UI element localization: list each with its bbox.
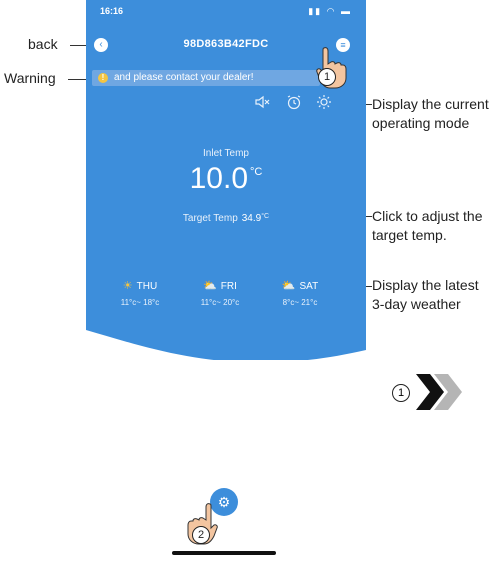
partly-cloudy-icon: ⛅ xyxy=(203,280,217,292)
step-1-marker: 1 xyxy=(318,68,336,86)
weather-day-fri: ⛅ FRI 11°c~ 20°c xyxy=(180,279,260,307)
annotation-weather-line2: 3-day weather xyxy=(372,296,461,312)
mute-icon[interactable] xyxy=(254,94,270,110)
target-temp-label: Target Temp xyxy=(182,213,238,224)
inlet-temp-display: 10.0 °C xyxy=(86,162,366,196)
sun-icon[interactable] xyxy=(316,94,332,110)
alarm-clock-icon[interactable] xyxy=(286,94,302,110)
step-nav-number: 1 xyxy=(392,384,410,402)
weather-day-thu: ☀ THU 11°c~ 18°c xyxy=(100,279,180,307)
weather-day-sat: ⛅ SAT 8°c~ 21°c xyxy=(260,279,340,307)
target-temp-value: 34.9 xyxy=(241,213,262,224)
weather-range: 8°c~ 21°c xyxy=(282,298,318,307)
weather-day-label: FRI xyxy=(220,281,237,292)
partly-cloudy-icon: ⛅ xyxy=(281,280,296,292)
target-temp-button[interactable]: Target Temp 34.9°C xyxy=(86,213,366,224)
inlet-temp-unit: °C xyxy=(250,166,263,178)
annotation-mode-line2: operating mode xyxy=(372,115,470,131)
step-2-marker: 2 xyxy=(192,526,210,544)
weather-day-label: SAT xyxy=(299,281,319,292)
inlet-temp-label: Inlet Temp xyxy=(203,148,249,159)
weather-range: 11°c~ 20°c xyxy=(200,298,240,307)
annotation-weather-line1: Display the latest xyxy=(372,277,479,293)
chevron-right-icon xyxy=(416,374,462,410)
warning-icon: ! xyxy=(98,73,108,83)
status-icons: ▮▮ ◠ ▬ xyxy=(308,6,352,16)
annotation-back: back xyxy=(28,36,58,52)
annotation-target-line2: target temp. xyxy=(372,227,447,243)
sun-icon: ☀ xyxy=(122,280,133,292)
operating-modes xyxy=(254,94,344,110)
annotation-warning: Warning xyxy=(4,70,56,86)
inlet-temp-value: 10.0 xyxy=(189,162,249,195)
annotation-mode-line1: Display the current xyxy=(372,96,489,112)
warning-text: and please contact your dealer! xyxy=(114,72,254,83)
wave-divider xyxy=(86,330,366,380)
target-temp-unit: °C xyxy=(261,213,270,220)
annotation-target-line1: Click to adjust the xyxy=(372,208,483,224)
home-indicator xyxy=(172,551,276,555)
phone-screen: 16:16 ▮▮ ◠ ▬ ‹ 98D863B42FDC ≡ ! and plea… xyxy=(86,0,366,562)
status-time: 16:16 xyxy=(100,6,124,16)
weather-day-label: THU xyxy=(136,281,158,292)
weather-range: 11°c~ 18°c xyxy=(120,298,160,307)
warning-banner[interactable]: ! and please contact your dealer! xyxy=(92,70,320,86)
